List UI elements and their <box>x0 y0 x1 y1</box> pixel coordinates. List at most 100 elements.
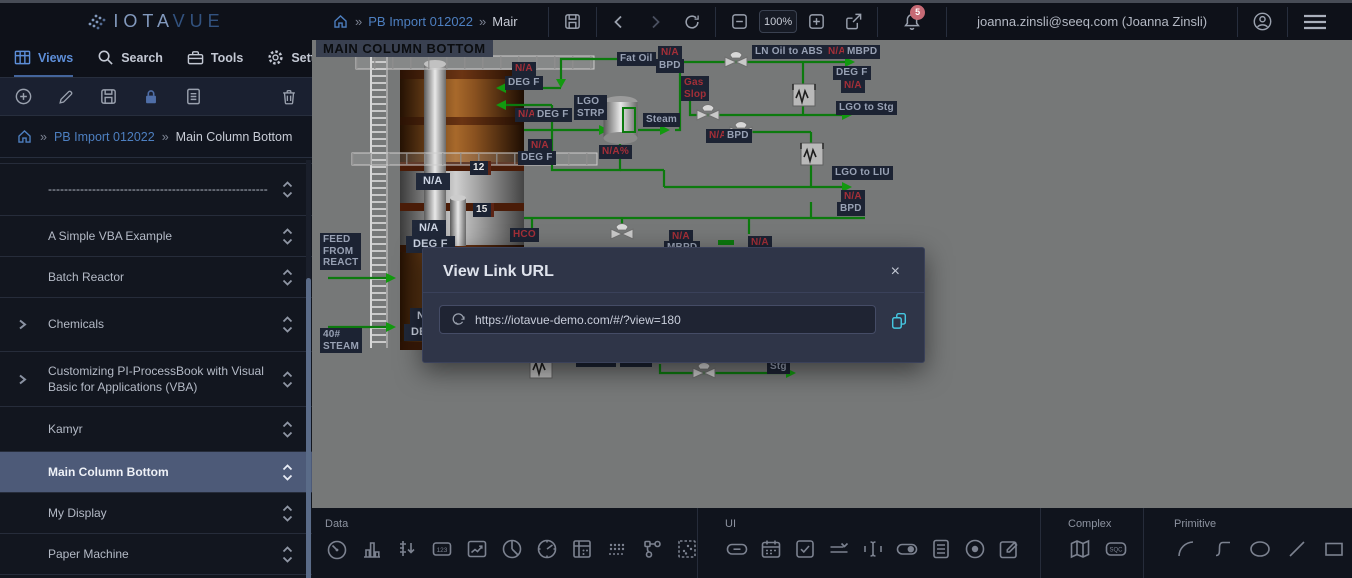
edit-view-button[interactable] <box>53 84 79 110</box>
display-canvas[interactable]: MAIN COLUMN BOTTOM N/ADEG FFat OilN/ABPD… <box>312 40 1352 508</box>
sidebar-breadcrumb-link[interactable]: PB Import 012022 <box>54 130 155 144</box>
chevron-right-icon[interactable] <box>17 374 28 385</box>
sort-chevrons-icon[interactable] <box>281 315 294 334</box>
palette-line-icon[interactable] <box>1285 537 1309 561</box>
gear-icon <box>267 49 284 66</box>
forward-button[interactable] <box>643 10 667 34</box>
palette-arc-icon[interactable] <box>1174 537 1198 561</box>
palette-section-ui: UI <box>697 508 1040 578</box>
notifications-button[interactable]: 5 <box>902 12 922 32</box>
palette-heatmap-icon[interactable] <box>605 537 629 561</box>
palette-trend-chart-icon[interactable] <box>465 537 489 561</box>
palette-text-input-icon[interactable] <box>861 537 885 561</box>
tab-search[interactable]: Search <box>97 40 163 77</box>
sidebar-scrollbar[interactable] <box>306 160 311 578</box>
list-item-selected[interactable]: Main Column Bottom <box>0 452 312 493</box>
save-icon <box>563 12 582 31</box>
diagram-label: DEG F <box>833 66 871 80</box>
breadcrumb-link[interactable]: PB Import 012022 <box>368 14 473 29</box>
sort-chevrons-icon[interactable] <box>281 370 294 389</box>
back-button[interactable] <box>607 10 631 34</box>
main-menu-button[interactable] <box>1298 9 1332 35</box>
palette-number-card-icon[interactable]: 123 <box>430 537 454 561</box>
list-item[interactable]: ----------------------------------------… <box>0 163 312 216</box>
sort-chevrons-icon[interactable] <box>281 227 294 246</box>
view-details-button[interactable] <box>180 83 207 110</box>
palette-pie-chart-icon[interactable] <box>500 537 524 561</box>
palette-slider-icon[interactable] <box>827 537 851 561</box>
palette-hierarchy-icon[interactable] <box>640 537 664 561</box>
chevron-left-icon <box>611 14 627 30</box>
add-view-button[interactable] <box>10 83 37 110</box>
palette-bar-chart-icon[interactable] <box>360 537 384 561</box>
list-item[interactable]: Kamyr <box>0 407 312 452</box>
sort-chevrons-icon[interactable] <box>281 463 294 482</box>
sort-chevrons-icon[interactable] <box>281 420 294 439</box>
logo-text-iota: IOTA <box>113 11 172 31</box>
zoom-out-button[interactable] <box>726 8 753 35</box>
share-link-button[interactable] <box>840 8 867 35</box>
palette-map-icon[interactable] <box>1068 537 1092 561</box>
refresh-button[interactable] <box>679 9 705 35</box>
diagram-label: FEED FROM REACT <box>320 233 361 270</box>
palette-scatter-plot-icon[interactable] <box>675 537 699 561</box>
palette-toggle-icon[interactable] <box>895 537 919 561</box>
history-controls <box>607 9 705 35</box>
tab-settings[interactable]: Setti... <box>267 40 312 77</box>
chevron-right-icon[interactable] <box>17 319 28 330</box>
list-item-label: ----------------------------------------… <box>48 181 273 197</box>
save-view-button-sidebar[interactable] <box>95 83 122 110</box>
url-field[interactable] <box>439 305 876 334</box>
sort-chevrons-icon[interactable] <box>281 268 294 287</box>
breadcrumb: » PB Import 012022 » Mair <box>332 13 538 30</box>
zoom-level[interactable]: 100% <box>759 10 797 33</box>
scrollbar-thumb[interactable] <box>306 278 311 578</box>
divider <box>548 7 549 37</box>
divider <box>1287 7 1288 37</box>
diagram-label: LGO to LIU <box>832 166 893 180</box>
zoom-in-button[interactable] <box>803 8 830 35</box>
breadcrumb-separator: » <box>479 14 486 29</box>
palette-dial-icon[interactable] <box>535 537 559 561</box>
sort-chevrons-icon[interactable] <box>281 504 294 523</box>
account-button[interactable] <box>1248 7 1277 36</box>
copy-url-button[interactable] <box>890 311 908 329</box>
list-item[interactable]: Customizing PI-ProcessBook with Visual B… <box>0 352 312 407</box>
sort-chevrons-icon[interactable] <box>281 180 294 199</box>
sidebar-toolbar <box>0 78 312 116</box>
palette-section-label: Data <box>325 518 697 530</box>
delete-view-button[interactable] <box>276 84 302 110</box>
list-item[interactable]: Paper Machine <box>0 534 312 575</box>
lock-view-button[interactable] <box>138 84 164 110</box>
palette-calendar-icon[interactable] <box>759 537 783 561</box>
list-item-label: Batch Reactor <box>48 269 273 285</box>
list-item[interactable]: Chemicals <box>0 298 312 352</box>
palette-rectangle-icon[interactable] <box>1322 537 1346 561</box>
palette-gauge-icon[interactable] <box>325 537 349 561</box>
home-icon[interactable] <box>332 13 349 30</box>
list-item[interactable]: A Simple VBA Example <box>0 216 312 257</box>
palette-ellipse-icon[interactable] <box>1248 537 1272 561</box>
save-view-button[interactable] <box>559 8 586 35</box>
palette-list-icon[interactable] <box>929 537 953 561</box>
tab-tools[interactable]: Tools <box>187 40 243 77</box>
list-item[interactable]: My Display <box>0 493 312 534</box>
diagram-label: Fat Oil <box>617 52 656 66</box>
tab-views[interactable]: Views <box>14 40 73 77</box>
sort-chevrons-icon[interactable] <box>281 545 294 564</box>
home-icon[interactable] <box>16 128 33 145</box>
palette-sqc-icon[interactable]: SQC <box>1104 537 1128 561</box>
close-icon[interactable]: × <box>885 261 906 283</box>
diagram-label: N/A <box>412 220 446 237</box>
palette-levels-icon[interactable] <box>395 537 419 561</box>
view-link-url-input[interactable] <box>475 313 865 327</box>
palette-pivot-table-icon[interactable] <box>570 537 594 561</box>
sidebar-tabs: Views Search Tools Setti... <box>0 40 312 78</box>
palette-checkbox-icon[interactable] <box>793 537 817 561</box>
palette-radio-icon[interactable] <box>963 537 987 561</box>
palette-s-curve-icon[interactable] <box>1211 537 1235 561</box>
palette-edit-icon[interactable] <box>997 537 1021 561</box>
list-item[interactable]: Batch Reactor <box>0 257 312 298</box>
palette-button-icon[interactable] <box>725 537 749 561</box>
diagram-label: N/A <box>658 46 682 60</box>
